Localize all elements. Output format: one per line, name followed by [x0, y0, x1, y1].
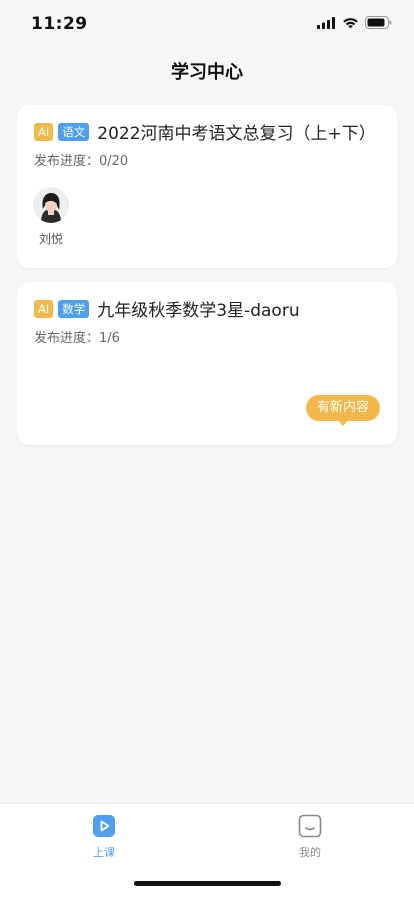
course-title: 2022河南中考语文总复习（上+下）: [97, 124, 376, 144]
tab-mine[interactable]: 我的: [270, 814, 350, 860]
home-indicator[interactable]: [134, 881, 281, 886]
teacher[interactable]: 刘悦: [33, 187, 69, 247]
tab-label: 我的: [299, 846, 321, 859]
status-icons: [317, 16, 392, 29]
course-title: 九年级秋季数学3星-daoru: [97, 301, 300, 321]
teacher-avatar: [33, 187, 69, 223]
wifi-icon: [343, 17, 358, 28]
publish-progress: 发布进度：0/20: [34, 154, 129, 169]
subject-tag: 数学: [58, 299, 90, 318]
course-card[interactable]: AI 数学 九年级秋季数学3星-daoru 发布进度：1/6 有新内容: [17, 282, 397, 445]
course-card[interactable]: AI 语文 2022河南中考语文总复习（上+下） 发布进度：0/20 刘悦: [17, 105, 397, 268]
play-icon: [92, 814, 116, 838]
tab-class[interactable]: 上课: [64, 814, 144, 860]
smile-face-icon: [298, 814, 322, 838]
subject-tag: 语文: [58, 122, 90, 141]
course-card-header: AI 语文 2022河南中考语文总复习（上+下）: [34, 119, 376, 144]
page-title: 学习中心: [171, 62, 243, 83]
status-time: 11:29: [31, 14, 88, 34]
battery-icon: [365, 16, 392, 29]
status-bar: 11:29: [0, 0, 414, 48]
teacher-name: 刘悦: [38, 232, 63, 246]
course-card-header: AI 数学 九年级秋季数学3星-daoru: [34, 296, 300, 321]
new-content-badge: 有新内容: [305, 395, 380, 426]
tab-label: 上课: [93, 846, 115, 859]
ai-tag: AI: [34, 299, 54, 318]
signal-icon: [317, 16, 335, 29]
publish-progress: 发布进度：1/6: [34, 331, 120, 346]
ai-tag: AI: [34, 122, 54, 141]
